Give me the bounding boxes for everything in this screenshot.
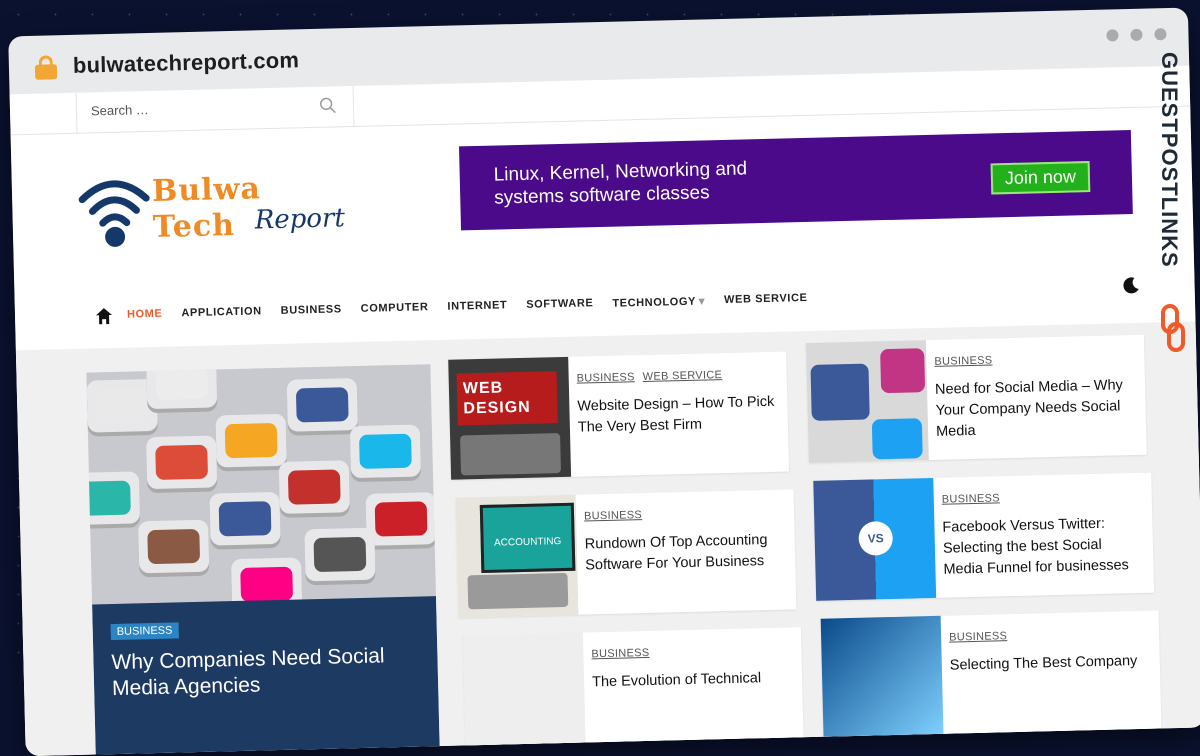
post-meta: BUSINESS The Evolution of Technical [591,639,794,693]
post-card[interactable]: WEB DESIGN BUSINESS WEB SERVICE Website D… [448,351,790,480]
post-meta: BUSINESS Facebook Versus Twitter: Select… [942,485,1146,581]
post-meta: BUSINESS WEB SERVICE Website Design – How… [576,364,780,439]
post-title[interactable]: Facebook Versus Twitter: Selecting the b… [942,513,1145,581]
post-thumbnail [462,632,586,756]
category-link[interactable]: BUSINESS [591,647,649,660]
home-icon[interactable] [95,307,113,325]
lock-icon [34,55,58,80]
category-link[interactable]: BUSINESS [949,630,1007,643]
post-meta: BUSINESS Need for Social Media – Why You… [934,347,1138,443]
search-box [75,85,355,133]
post-card[interactable]: BUSINESS The Evolution of Technical [462,627,804,756]
category-link[interactable]: BUSINESS [584,509,642,522]
post-title[interactable]: Need for Social Media – Why Your Company… [935,375,1138,443]
caret-down-icon: ▾ [698,295,706,308]
post-thumbnail: WEB DESIGN [448,356,572,480]
site-logo[interactable]: Bulwa Tech Report [78,167,350,254]
window-controls [1106,28,1167,42]
guestpostlinks-watermark: GUESTPOSTLINKS [1154,52,1194,352]
post-card[interactable]: BUSINESS Need for Social Media – Why You… [805,334,1147,463]
post-title[interactable]: The Evolution of Technical [592,667,794,693]
nav-item-home[interactable]: HOME [127,308,163,322]
post-meta: BUSINESS Selecting The Best Company [949,623,1152,677]
post-title[interactable]: Selecting The Best Company [950,651,1152,677]
address-bar-url[interactable]: bulwatechreport.com [73,47,300,79]
post-card[interactable]: ACCOUNTING BUSINESS Rundown Of Top Accou… [455,489,797,618]
chain-link-icon [1161,304,1185,352]
post-thumbnail: ACCOUNTING [455,494,579,618]
accounting-screen: ACCOUNTING [479,502,576,574]
post-thumbnail: VS [813,477,937,601]
featured-title[interactable]: Why Companies Need Social Media Agencies [111,643,420,703]
nav-item-technology[interactable]: TECHNOLOGY ▾ [612,294,705,309]
ad-text: Linux, Kernel, Networking and systems so… [493,158,748,209]
join-now-button[interactable]: Join now [990,161,1091,195]
featured-caption: BUSINESS Why Companies Need Social Media… [92,596,441,756]
featured-post[interactable]: BUSINESS Why Companies Need Social Media… [86,364,441,756]
post-card[interactable]: VS BUSINESS Facebook Versus Twitter: Sel… [813,472,1155,601]
category-badge[interactable]: BUSINESS [110,622,179,641]
post-thumbnail [820,615,944,739]
nav-item-computer[interactable]: COMPUTER [361,301,429,316]
category-link[interactable]: BUSINESS [942,492,1000,505]
post-title[interactable]: Website Design – How To Pick The Very Be… [577,392,780,439]
post-card[interactable]: BUSINESS Selecting The Best Company [820,610,1162,739]
nav-item-business[interactable]: BUSINESS [281,303,342,317]
browser-window: bulwatechreport.com Search … Bulwa Tech … [8,7,1200,756]
post-thumbnail [805,340,929,463]
nav-item-internet[interactable]: INTERNET [447,299,507,313]
web-design-sign: WEB DESIGN [456,371,558,426]
nav-item-software[interactable]: SOFTWARE [526,297,593,312]
search-input[interactable] [88,96,314,120]
category-link[interactable]: WEB SERVICE [643,369,723,383]
web-page: Bulwa Tech Report Linux, Kernel, Network… [9,65,1200,756]
screenshot-scene: bulwatechreport.com Search … Bulwa Tech … [0,0,1200,756]
logo-text-bulwa: Bulwa [151,171,262,209]
window-dot-icon[interactable] [1106,29,1119,42]
dark-mode-moon-icon[interactable] [1122,276,1140,294]
search-icon[interactable] [319,96,337,114]
window-dot-icon[interactable] [1130,28,1143,41]
watermark-text: GUESTPOSTLINKS [1157,52,1182,268]
wifi-logo-icon [78,180,150,247]
posts-area: BUSINESS Why Companies Need Social Media… [15,321,1200,756]
window-dot-icon[interactable] [1154,28,1167,41]
vs-circle: VS [858,520,894,556]
nav-item-web-service[interactable]: WEB SERVICE [724,292,808,307]
nav-menu: HOME APPLICATION BUSINESS COMPUTER INTER… [127,292,808,322]
category-link[interactable]: BUSINESS [934,354,992,367]
ad-banner[interactable]: Linux, Kernel, Networking and systems so… [458,130,1133,231]
post-title[interactable]: Rundown Of Top Accounting Software For Y… [585,530,788,577]
category-link[interactable]: BUSINESS [577,371,635,384]
logo-text-tech: Tech [152,207,236,245]
logo-text-report: Report [254,203,346,236]
nav-item-application[interactable]: APPLICATION [181,305,262,320]
post-meta: BUSINESS Rundown Of Top Accounting Softw… [584,502,788,577]
nav-item-technology-label: TECHNOLOGY [612,295,697,310]
site-header: Bulwa Tech Report Linux, Kernel, Network… [11,107,1194,286]
